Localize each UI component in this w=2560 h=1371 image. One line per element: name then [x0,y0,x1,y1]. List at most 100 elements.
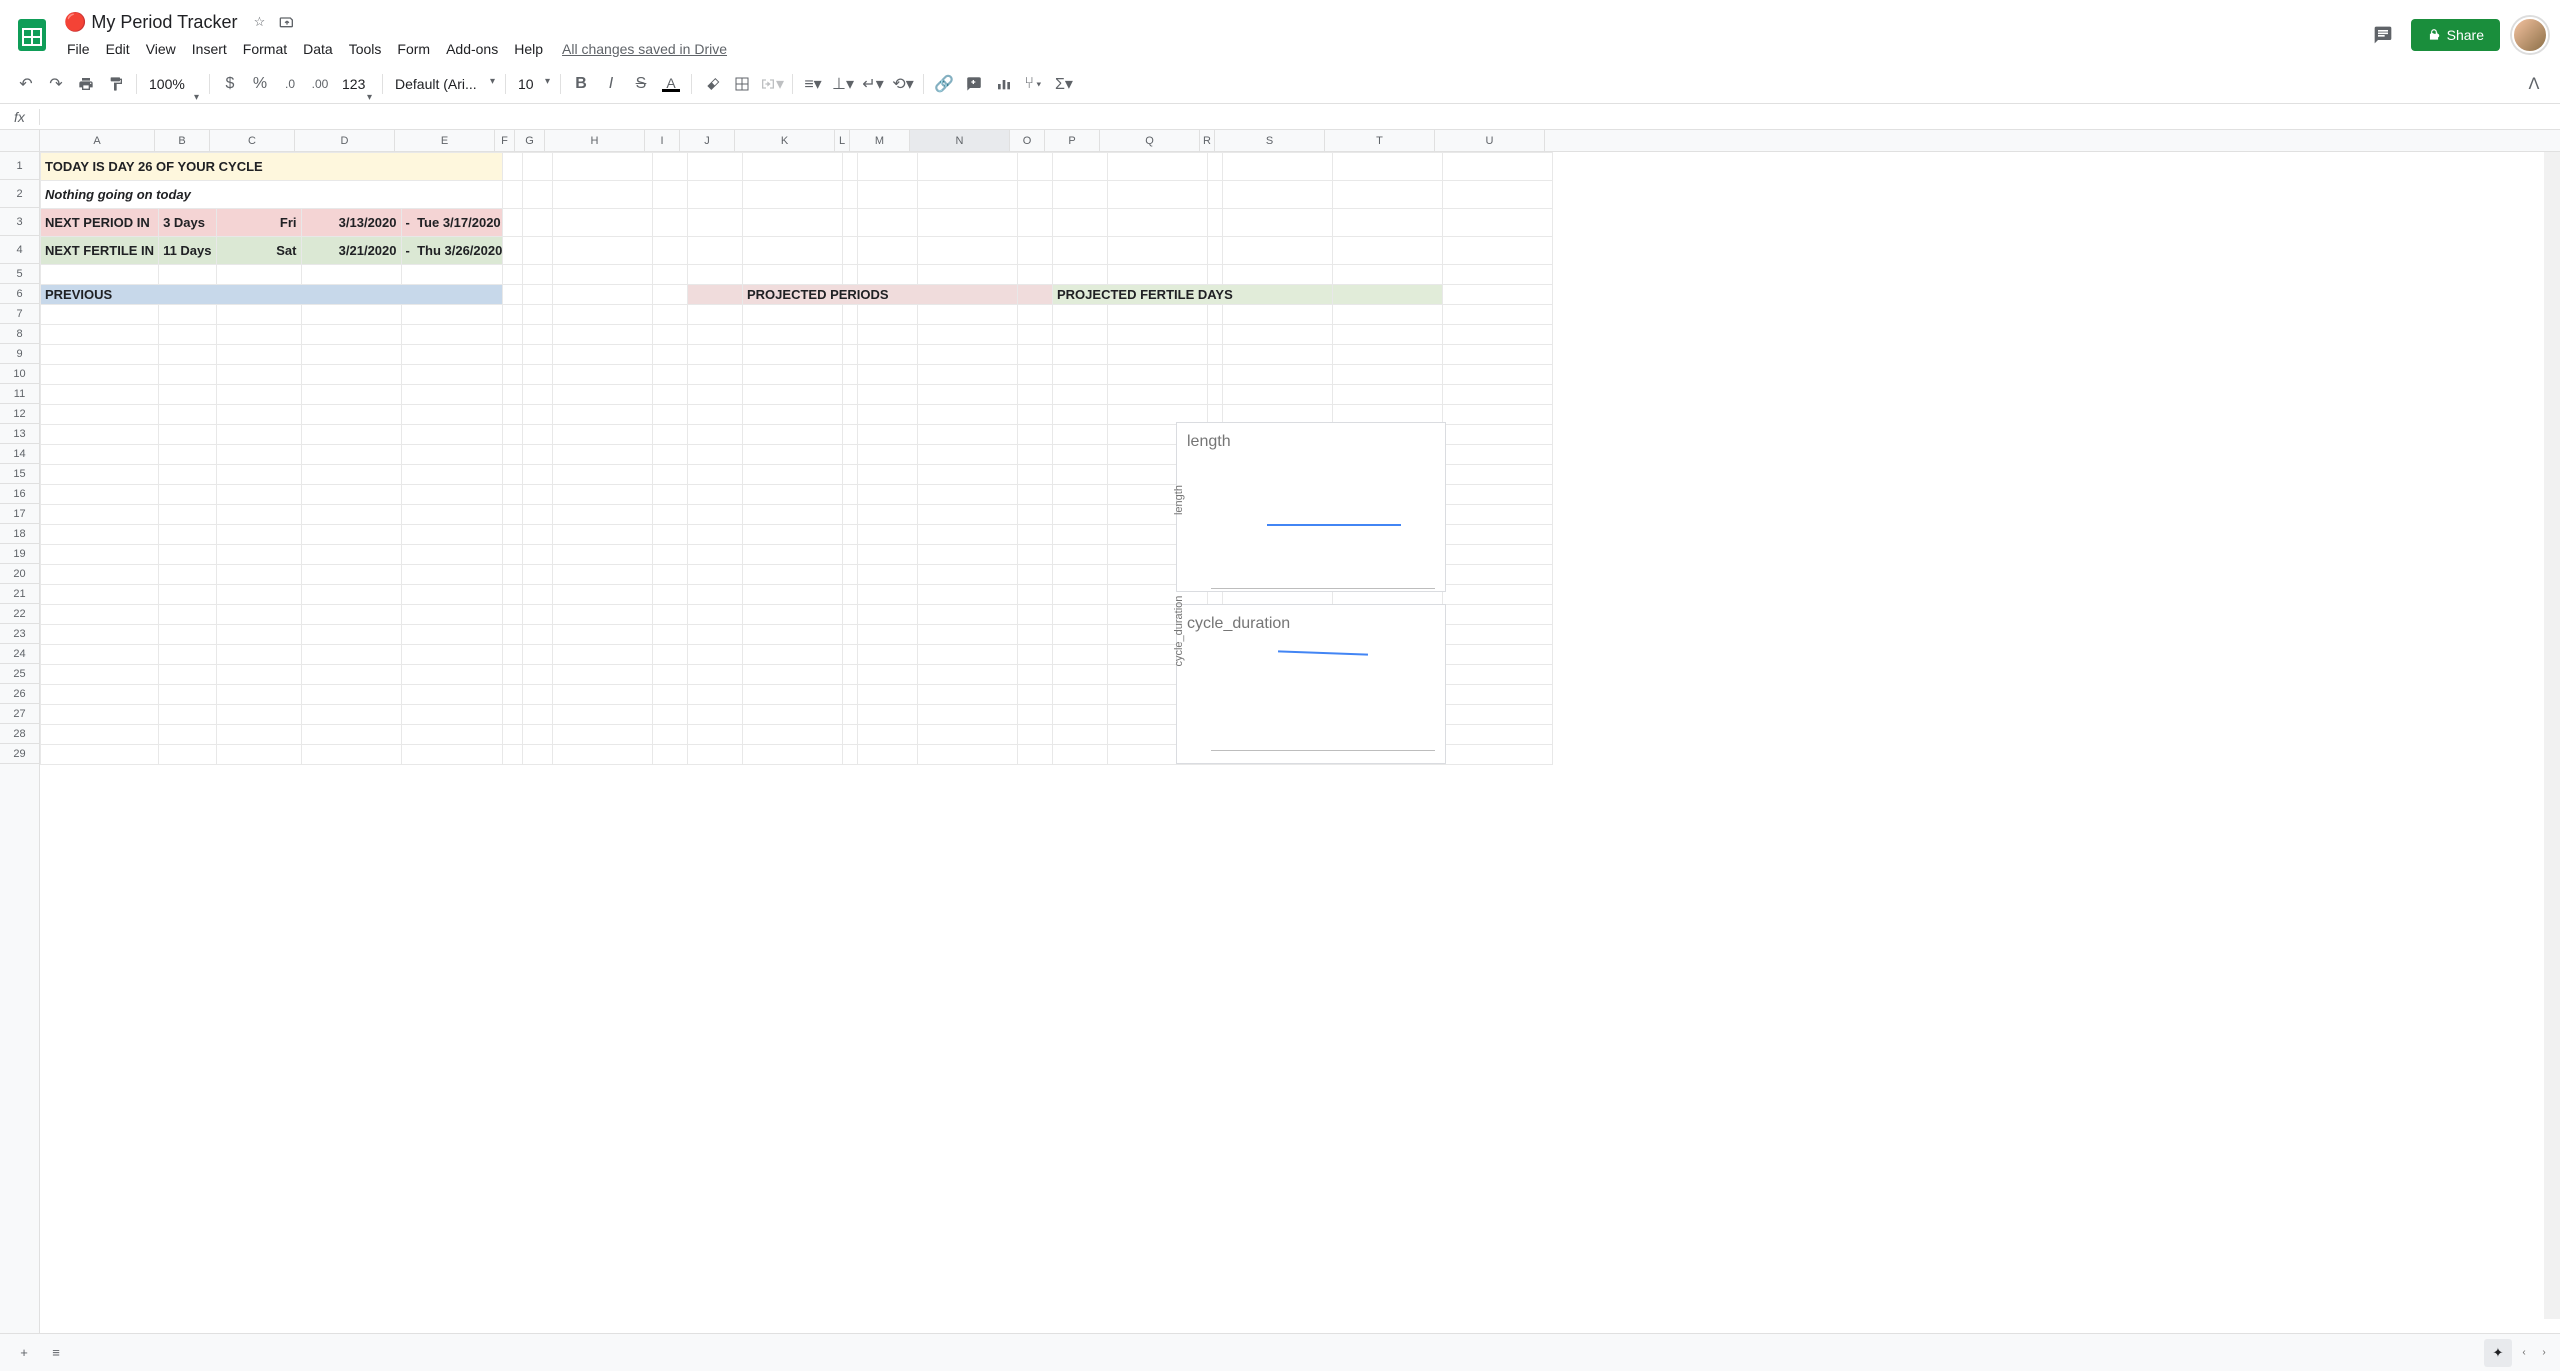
col-header-O[interactable]: O [1010,130,1045,151]
merge-icon[interactable]: ▾ [758,70,786,98]
row-header-8[interactable]: 8 [0,324,39,344]
cell[interactable]: TODAY IS DAY 26 OF YOUR CYCLE [41,153,503,181]
bold-icon[interactable]: B [567,70,595,98]
cell[interactable]: NEXT FERTILE IN [41,237,159,265]
row-header-16[interactable]: 16 [0,484,39,504]
sheets-logo-icon[interactable] [12,15,52,55]
row-header-4[interactable]: 4 [0,236,39,264]
chart-icon[interactable] [990,70,1018,98]
italic-icon[interactable]: I [597,70,625,98]
col-header-P[interactable]: P [1045,130,1100,151]
cell[interactable]: 3/13/2020 [301,209,401,237]
row-header-28[interactable]: 28 [0,724,39,744]
add-sheet-icon[interactable]: + [8,1337,40,1369]
tab-scroll-left-icon[interactable]: ‹ [2516,1345,2532,1361]
menu-tools[interactable]: Tools [342,37,389,61]
wrap-icon[interactable]: ↵▾ [859,70,887,98]
comments-icon[interactable] [2367,19,2399,51]
row-header-15[interactable]: 15 [0,464,39,484]
vertical-scrollbar[interactable] [2544,152,2560,1319]
cell[interactable]: PROJECTED FERTILE DAYS [1053,285,1333,305]
print-icon[interactable] [72,70,100,98]
link-icon[interactable]: 🔗 [930,70,958,98]
rotate-icon[interactable]: ⟲▾ [889,70,917,98]
col-header-F[interactable]: F [495,130,515,151]
cell[interactable]: NEXT PERIOD IN [41,209,159,237]
explore-icon[interactable]: ✦ [2484,1339,2512,1367]
cell[interactable]: PREVIOUS [41,285,503,305]
formula-input[interactable] [40,107,2560,126]
col-header-A[interactable]: A [40,130,155,151]
currency-icon[interactable]: $ [216,70,244,98]
row-header-13[interactable]: 13 [0,424,39,444]
row-header-5[interactable]: 5 [0,264,39,284]
increase-decimal-icon[interactable]: .00 [306,70,334,98]
menu-format[interactable]: Format [236,37,294,61]
row-header-2[interactable]: 2 [0,180,39,208]
select-all-corner[interactable] [0,130,40,151]
cell[interactable]: PROJECTED PERIODS [743,285,1018,305]
share-button[interactable]: Share [2411,19,2500,51]
col-header-E[interactable]: E [395,130,495,151]
row-header-22[interactable]: 22 [0,604,39,624]
row-header-18[interactable]: 18 [0,524,39,544]
menu-edit[interactable]: Edit [99,37,137,61]
expand-icon[interactable]: ᐱ [2520,70,2548,98]
halign-icon[interactable]: ≡▾ [799,70,827,98]
col-header-S[interactable]: S [1215,130,1325,151]
col-header-I[interactable]: I [645,130,680,151]
length-chart[interactable]: length length [1176,422,1446,592]
cell[interactable]: Sat [216,237,301,265]
row-header-9[interactable]: 9 [0,344,39,364]
filter-icon[interactable]: ⑂▾ [1020,70,1048,98]
tab-scroll-right-icon[interactable]: › [2536,1345,2552,1361]
cell[interactable]: 3/21/2020 [301,237,401,265]
menu-file[interactable]: File [60,37,97,61]
percent-icon[interactable]: % [246,70,274,98]
col-header-K[interactable]: K [735,130,835,151]
row-header-24[interactable]: 24 [0,644,39,664]
row-header-10[interactable]: 10 [0,364,39,384]
zoom-select[interactable]: 100% [143,74,203,94]
col-header-G[interactable]: G [515,130,545,151]
row-header-11[interactable]: 11 [0,384,39,404]
col-header-H[interactable]: H [545,130,645,151]
menu-data[interactable]: Data [296,37,340,61]
decrease-decimal-icon[interactable]: .0 [276,70,304,98]
menu-view[interactable]: View [139,37,183,61]
menu-insert[interactable]: Insert [185,37,234,61]
doc-title[interactable]: 🔴 My Period Tracker [60,10,241,35]
cell[interactable]: 3 Days [159,209,216,237]
cycle-duration-chart[interactable]: cycle_duration cycle_duration [1176,604,1446,764]
row-header-25[interactable]: 25 [0,664,39,684]
menu-help[interactable]: Help [507,37,550,61]
font-size-select[interactable]: 10 [512,74,554,94]
spreadsheet-grid[interactable]: ABCDEFGHIJKLMNOPQRSTU 123456789101112131… [0,130,2560,1333]
row-header-19[interactable]: 19 [0,544,39,564]
valign-icon[interactable]: ⊥▾ [829,70,857,98]
font-select[interactable]: Default (Ari... [389,74,499,94]
borders-icon[interactable] [728,70,756,98]
text-color-icon[interactable]: A [657,70,685,98]
row-header-21[interactable]: 21 [0,584,39,604]
row-header-3[interactable]: 3 [0,208,39,236]
col-header-Q[interactable]: Q [1100,130,1200,151]
col-header-R[interactable]: R [1200,130,1215,151]
col-header-D[interactable]: D [295,130,395,151]
col-header-M[interactable]: M [850,130,910,151]
fill-color-icon[interactable] [698,70,726,98]
redo-icon[interactable]: ↷ [42,70,70,98]
functions-icon[interactable]: Σ▾ [1050,70,1078,98]
undo-icon[interactable]: ↶ [12,70,40,98]
col-header-T[interactable]: T [1325,130,1435,151]
menu-add-ons[interactable]: Add-ons [439,37,505,61]
row-header-26[interactable]: 26 [0,684,39,704]
cell[interactable]: Nothing going on today [41,181,503,209]
row-header-12[interactable]: 12 [0,404,39,424]
col-header-L[interactable]: L [835,130,850,151]
comment-icon[interactable] [960,70,988,98]
row-header-23[interactable]: 23 [0,624,39,644]
row-header-20[interactable]: 20 [0,564,39,584]
star-icon[interactable]: ☆ [249,12,269,32]
account-avatar[interactable] [2512,17,2548,53]
